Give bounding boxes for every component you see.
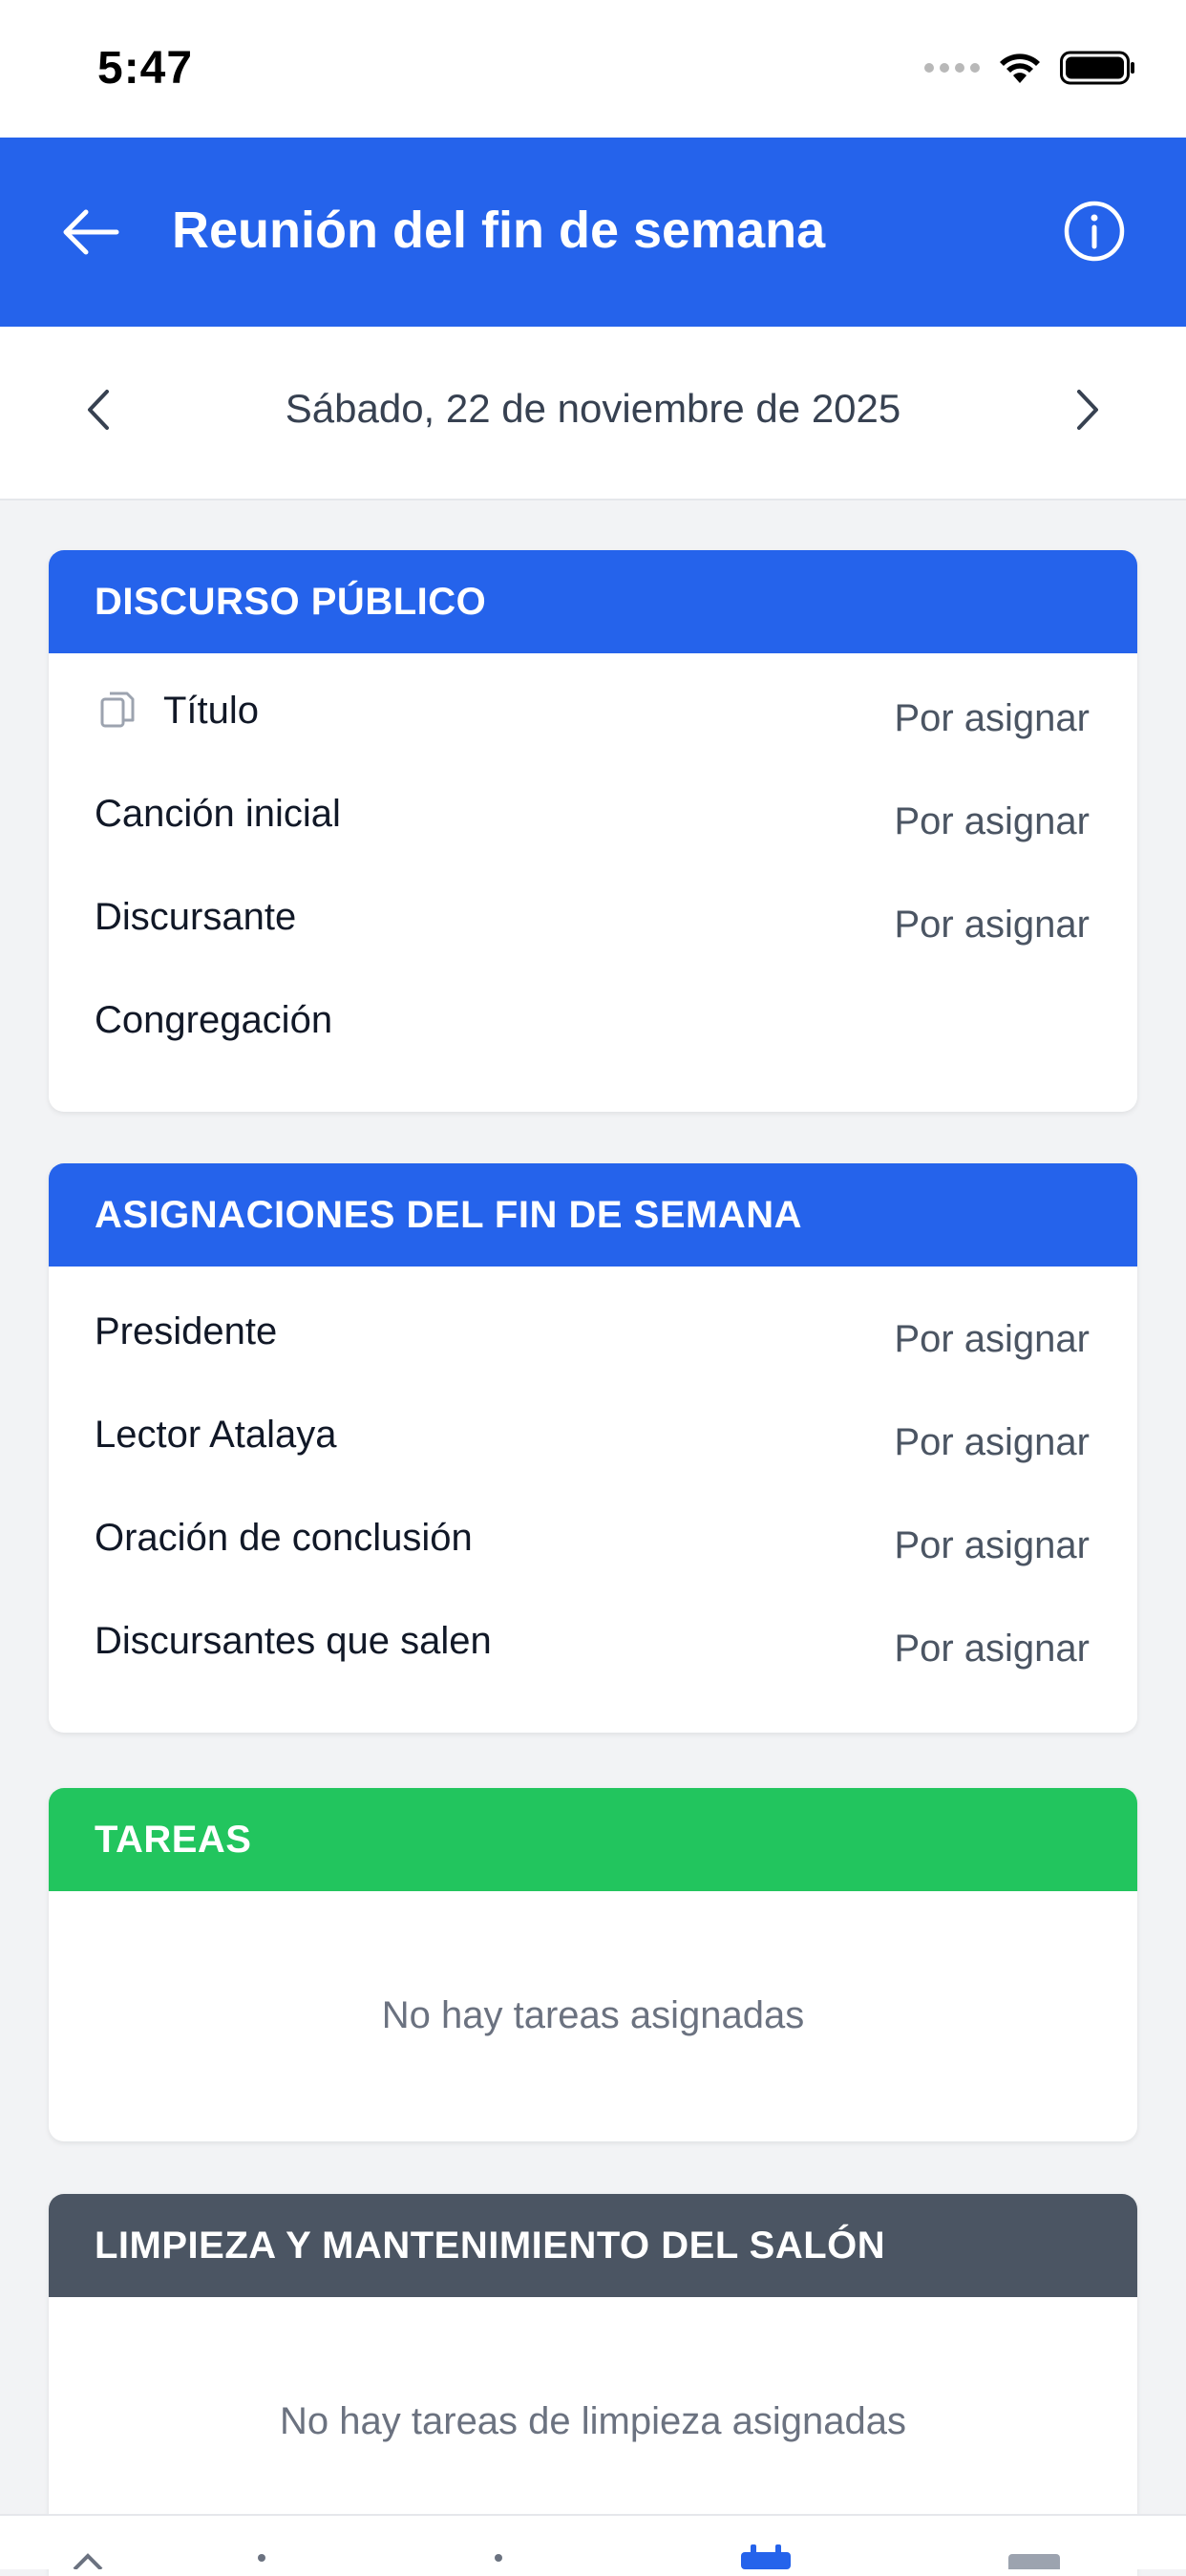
row-discursantes-salen[interactable]: Discursantes que salen Por asignar	[49, 1597, 1137, 1700]
row-congregacion[interactable]: Congregación	[49, 976, 1137, 1079]
app-bar: Reunión del fin de semana	[0, 138, 1186, 327]
home-icon[interactable]	[69, 2550, 107, 2569]
signal-dots-icon	[924, 63, 980, 73]
status-icons	[924, 50, 1136, 86]
info-icon[interactable]	[1062, 199, 1127, 264]
bottom-navigation	[0, 2514, 1186, 2569]
row-label: Presidente	[95, 1310, 278, 1352]
calendar-icon[interactable]	[739, 2544, 793, 2569]
row-label: Canción inicial	[95, 793, 341, 835]
row-titulo[interactable]: Título Por asignar	[49, 667, 1137, 770]
row-discursante[interactable]: Discursante Por asignar	[49, 873, 1137, 976]
card-discurso-publico: DISCURSO PÚBLICO Título Por asignar Canc…	[49, 550, 1137, 1112]
row-value: Por asignar	[894, 1421, 1090, 1463]
nav-item-icon[interactable]	[258, 2554, 265, 2562]
status-bar: 5:47	[0, 0, 1186, 138]
current-date: Sábado, 22 de noviembre de 2025	[285, 386, 901, 431]
chevron-right-icon[interactable]	[1060, 384, 1112, 436]
back-arrow-icon[interactable]	[57, 199, 124, 266]
row-lector-atalaya[interactable]: Lector Atalaya Por asignar	[49, 1391, 1137, 1494]
empty-state: No hay tareas asignadas	[381, 1994, 805, 2036]
nav-item-icon[interactable]	[495, 2554, 502, 2562]
wifi-icon	[1000, 53, 1040, 83]
row-label: Discursante	[95, 896, 297, 938]
section-header: LIMPIEZA Y MANTENIMIENTO DEL SALÓN	[49, 2194, 1137, 2297]
row-label: Discursantes que salen	[95, 1620, 492, 1662]
section-header: TAREAS	[49, 1788, 1137, 1891]
row-cancion-inicial[interactable]: Canción inicial Por asignar	[49, 770, 1137, 873]
row-label: Lector Atalaya	[95, 1414, 337, 1456]
row-label: Congregación	[95, 999, 333, 1041]
battery-icon	[1060, 51, 1134, 85]
row-value: Por asignar	[894, 800, 1090, 842]
row-value: Por asignar	[894, 1318, 1090, 1360]
empty-state: No hay tareas de limpieza asignadas	[280, 2400, 906, 2442]
card-asignaciones: ASIGNACIONES DEL FIN DE SEMANA President…	[49, 1163, 1137, 1733]
section-header: ASIGNACIONES DEL FIN DE SEMANA	[49, 1163, 1137, 1267]
row-value: Por asignar	[894, 697, 1090, 739]
copy-icon	[100, 692, 135, 728]
row-value: Por asignar	[894, 1628, 1090, 1670]
row-oracion-conclusion[interactable]: Oración de conclusión Por asignar	[49, 1494, 1137, 1597]
row-value: Por asignar	[894, 904, 1090, 946]
row-presidente[interactable]: Presidente Por asignar	[49, 1288, 1137, 1391]
status-time: 5:47	[97, 43, 194, 94]
row-label: Oración de conclusión	[95, 1517, 473, 1559]
row-label: Título	[163, 690, 260, 732]
date-navigator: Sábado, 22 de noviembre de 2025	[0, 327, 1186, 500]
section-header: DISCURSO PÚBLICO	[49, 550, 1137, 653]
row-value: Por asignar	[894, 1524, 1090, 1566]
page-title: Reunión del fin de semana	[172, 202, 826, 259]
card-tareas: TAREAS No hay tareas asignadas	[49, 1788, 1137, 2141]
